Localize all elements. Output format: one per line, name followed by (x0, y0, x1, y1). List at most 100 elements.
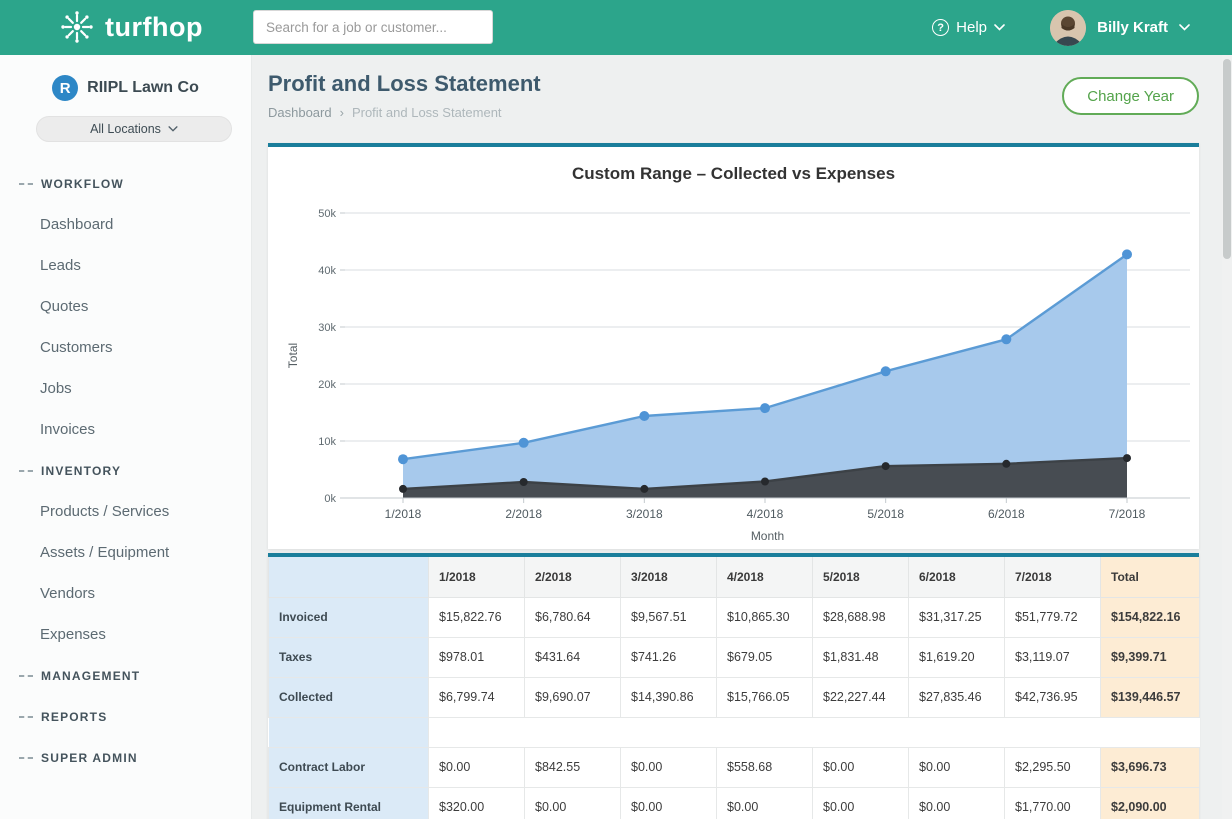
chevron-down-icon (1179, 24, 1190, 31)
sidebar-section-label: REPORTS (41, 710, 107, 724)
chart-svg: 0k10k20k30k40k50k1/20182/20183/20184/201… (268, 197, 1199, 549)
sidebar-item-assets-equipment[interactable]: Assets / Equipment (0, 532, 251, 573)
sidebar-item-leads[interactable]: Leads (0, 245, 251, 286)
sidebar-section-label: WORKFLOW (41, 177, 124, 191)
table-cell: $28,688.98 (813, 597, 909, 637)
table-header-7-2018: 7/2018 (1005, 557, 1101, 597)
svg-text:Month: Month (751, 529, 784, 543)
table-cell: $9,567.51 (621, 597, 717, 637)
table-cell: $14,390.86 (621, 677, 717, 717)
sidebar-section-label: INVENTORY (41, 464, 121, 478)
table-cell: $1,831.48 (813, 637, 909, 677)
table-cell: $679.05 (717, 637, 813, 677)
chart-title: Custom Range – Collected vs Expenses (268, 164, 1199, 184)
table-cell: $42,736.95 (1005, 677, 1101, 717)
sidebar: R RIIPL Lawn Co All Locations WORKFLOW Da… (0, 55, 252, 819)
svg-text:30k: 30k (318, 322, 336, 334)
sidebar-section-label: MANAGEMENT (41, 669, 140, 683)
row-total: $9,399.71 (1101, 637, 1200, 677)
svg-text:10k: 10k (318, 436, 336, 448)
table-cell: $10,865.30 (717, 597, 813, 637)
table-cell: $2,295.50 (1005, 747, 1101, 787)
row-label: Invoiced (269, 597, 429, 637)
svg-text:50k: 50k (318, 208, 336, 220)
table-cell (429, 717, 525, 747)
sidebar-nav: WORKFLOW DashboardLeadsQuotesCustomersJob… (0, 163, 251, 778)
breadcrumb-dashboard[interactable]: Dashboard (268, 105, 332, 120)
table-cell: $6,799.74 (429, 677, 525, 717)
table-header-6-2018: 6/2018 (909, 557, 1005, 597)
vertical-scrollbar[interactable] (1222, 55, 1232, 819)
sidebar-item-quotes[interactable]: Quotes (0, 286, 251, 327)
svg-text:4/2018: 4/2018 (747, 507, 784, 521)
table-cell: $1,619.20 (909, 637, 1005, 677)
sidebar-section-workflow[interactable]: WORKFLOW (0, 163, 251, 204)
row-label: Taxes (269, 637, 429, 677)
table-cell: $0.00 (525, 787, 621, 819)
sidebar-item-jobs[interactable]: Jobs (0, 368, 251, 409)
row-total: $2,090.00 (1101, 787, 1200, 819)
pl-table: 1/20182/20183/20184/20185/20186/20187/20… (268, 557, 1200, 819)
table-row-collected: Collected$6,799.74$9,690.07$14,390.86$15… (269, 677, 1200, 717)
avatar-photo (1050, 10, 1086, 46)
help-menu[interactable]: ? Help (932, 0, 1005, 55)
section-dashes-icon (19, 470, 33, 472)
table-cell: $15,766.05 (717, 677, 813, 717)
row-total: $139,446.57 (1101, 677, 1200, 717)
table-cell: $741.26 (621, 637, 717, 677)
svg-text:6/2018: 6/2018 (988, 507, 1025, 521)
table-cell: $15,822.76 (429, 597, 525, 637)
table-cell: $0.00 (813, 747, 909, 787)
svg-text:20k: 20k (318, 379, 336, 391)
svg-text:1/2018: 1/2018 (385, 507, 422, 521)
location-filter-dropdown[interactable]: All Locations (36, 116, 232, 142)
change-year-button[interactable]: Change Year (1062, 77, 1199, 115)
table-cell: $0.00 (813, 787, 909, 819)
table-header-row: 1/20182/20183/20184/20185/20186/20187/20… (269, 557, 1200, 597)
table-cell: $22,227.44 (813, 677, 909, 717)
svg-text:5/2018: 5/2018 (867, 507, 904, 521)
topbar: turfhop ? Help Billy Kraft (0, 0, 1232, 55)
table-cell (1005, 717, 1101, 747)
table-cell (813, 717, 909, 747)
sidebar-section-super-admin[interactable]: SUPER ADMIN (0, 737, 251, 778)
sidebar-item-dashboard[interactable]: Dashboard (0, 204, 251, 245)
company-header: R RIIPL Lawn Co (0, 75, 251, 101)
svg-text:3/2018: 3/2018 (626, 507, 663, 521)
table-cell: $0.00 (717, 787, 813, 819)
row-total: $3,696.73 (1101, 747, 1200, 787)
user-menu[interactable]: Billy Kraft (1050, 0, 1190, 55)
table-row-invoiced: Invoiced$15,822.76$6,780.64$9,567.51$10,… (269, 597, 1200, 637)
sidebar-item-expenses[interactable]: Expenses (0, 614, 251, 655)
row-label: Equipment Rental (269, 787, 429, 819)
search-input[interactable] (253, 10, 493, 44)
logo-text: turfhop (105, 12, 203, 43)
user-name: Billy Kraft (1097, 19, 1168, 36)
sidebar-section-management[interactable]: MANAGEMENT (0, 655, 251, 696)
chart-card: Custom Range – Collected vs Expenses 0k 1… (268, 143, 1199, 549)
table-header-row-label (269, 557, 429, 597)
sidebar-item-invoices[interactable]: Invoices (0, 409, 251, 450)
table-cell (621, 717, 717, 747)
sidebar-item-customers[interactable]: Customers (0, 327, 251, 368)
section-dashes-icon (19, 757, 33, 759)
svg-text:0k: 0k (324, 493, 336, 505)
sidebar-section-reports[interactable]: REPORTS (0, 696, 251, 737)
scrollbar-thumb[interactable] (1223, 59, 1231, 259)
sidebar-section-inventory[interactable]: INVENTORY (0, 450, 251, 491)
help-label: Help (956, 19, 987, 36)
table-cell: $320.00 (429, 787, 525, 819)
collected-vs-expenses-chart: 0k10k20k30k40k50k1/20182/20183/20184/201… (268, 197, 1199, 549)
table-cell: $1,770.00 (1005, 787, 1101, 819)
chevron-down-icon (994, 24, 1005, 31)
section-dashes-icon (19, 675, 33, 677)
table-cell (909, 717, 1005, 747)
table-cell: $27,835.46 (909, 677, 1005, 717)
table-header-total: Total (1101, 557, 1200, 597)
sidebar-item-products-services[interactable]: Products / Services (0, 491, 251, 532)
sidebar-item-vendors[interactable]: Vendors (0, 573, 251, 614)
breadcrumb-current: Profit and Loss Statement (352, 105, 502, 120)
table-cell (717, 717, 813, 747)
turfhop-logo[interactable]: turfhop (58, 8, 203, 46)
row-label (269, 717, 429, 747)
